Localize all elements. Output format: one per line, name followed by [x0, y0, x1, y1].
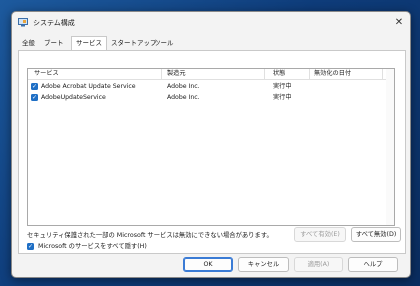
- table-row[interactable]: ✓ Adobe Acrobat Update Service Adobe Inc…: [28, 82, 394, 92]
- msconfig-icon: [18, 18, 28, 27]
- enable-all-button[interactable]: すべて有効(E): [294, 227, 346, 242]
- protected-services-note: セキュリティ保護された一部の Microsoft サービスは無効にできない場合が…: [27, 232, 273, 239]
- service-status: 実行中: [273, 83, 292, 90]
- close-icon: ✕: [394, 17, 404, 28]
- apply-button[interactable]: 適用(A): [294, 257, 343, 272]
- title-bar[interactable]: システム構成 ✕: [12, 12, 410, 34]
- system-configuration-window: システム構成 ✕ 全般 ブート サービス スタートアップ ツール サービス 製造…: [11, 11, 411, 278]
- column-divider[interactable]: [161, 69, 162, 79]
- check-icon: ✓: [27, 243, 34, 250]
- column-divider[interactable]: [309, 69, 310, 79]
- service-status: 実行中: [273, 94, 292, 101]
- table-row[interactable]: ✓ AdobeUpdateService Adobe Inc. 実行中: [28, 93, 394, 103]
- hide-microsoft-label: Microsoft のサービスをすべて隠す(H): [38, 243, 147, 250]
- services-list: サービス 製造元 状態 無効化の日付 ✓ Adobe Acrobat Updat…: [27, 68, 395, 226]
- list-header: サービス 製造元 状態 無効化の日付: [28, 69, 394, 80]
- service-manufacturer: Adobe Inc.: [167, 94, 200, 101]
- disable-all-button[interactable]: すべて無効(D): [351, 227, 401, 242]
- service-name: AdobeUpdateService: [41, 94, 106, 101]
- ok-button[interactable]: OK: [183, 257, 233, 272]
- tab-general[interactable]: 全般: [22, 38, 35, 49]
- tab-startup[interactable]: スタートアップ: [111, 38, 157, 49]
- tab-boot[interactable]: ブート: [44, 38, 64, 49]
- check-icon: ✓: [31, 83, 38, 90]
- window-title: システム構成: [33, 19, 75, 27]
- tab-services[interactable]: サービス: [71, 36, 107, 50]
- service-name: Adobe Acrobat Update Service: [41, 83, 136, 90]
- services-panel: サービス 製造元 状態 無効化の日付 ✓ Adobe Acrobat Updat…: [18, 50, 406, 254]
- hide-microsoft-checkbox[interactable]: ✓: [27, 243, 34, 250]
- column-header-disabled-date[interactable]: 無効化の日付: [314, 69, 351, 79]
- close-button[interactable]: ✕: [392, 16, 406, 30]
- vertical-scrollbar[interactable]: [386, 69, 394, 225]
- cancel-button[interactable]: キャンセル: [238, 257, 289, 272]
- service-checkbox[interactable]: ✓: [31, 83, 38, 90]
- column-header-status[interactable]: 状態: [273, 69, 285, 79]
- column-header-manufacturer[interactable]: 製造元: [167, 69, 186, 79]
- column-divider[interactable]: [264, 69, 265, 79]
- column-divider[interactable]: [382, 69, 383, 79]
- help-button[interactable]: ヘルプ: [348, 257, 398, 272]
- tab-tools[interactable]: ツール: [154, 38, 174, 49]
- service-checkbox[interactable]: ✓: [31, 94, 38, 101]
- check-icon: ✓: [31, 94, 38, 101]
- service-manufacturer: Adobe Inc.: [167, 83, 200, 90]
- column-header-service[interactable]: サービス: [34, 69, 59, 79]
